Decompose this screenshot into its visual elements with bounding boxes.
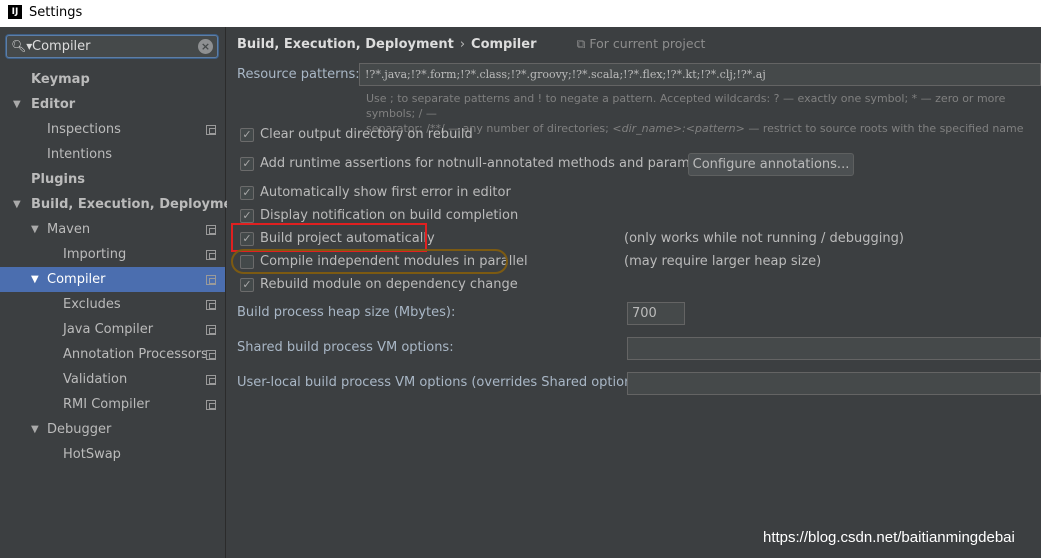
resource-patterns-label: Resource patterns: — [237, 67, 360, 82]
checkbox-mark[interactable]: ✓ — [240, 128, 254, 142]
display-notification-label: Display notification on build completion — [260, 208, 519, 223]
runtime-assertions-label: Add runtime assertions for notnull-annot… — [260, 156, 724, 171]
scope-label: ⧉ For current project — [577, 36, 706, 51]
sidebar-item-rmi-compiler[interactable]: RMI Compiler — [0, 392, 225, 417]
sidebar-item-label: Intentions — [47, 147, 113, 162]
search-icon[interactable]: 🔍︎▾ — [11, 39, 32, 53]
highlight-red-box — [231, 223, 427, 252]
sidebar-item-validation[interactable]: Validation — [0, 367, 225, 392]
project-scope-icon — [206, 325, 216, 335]
sidebar-item-editor[interactable]: ▼ Editor — [0, 92, 225, 117]
heap-size-input[interactable]: 700 — [627, 302, 685, 325]
title-bar: IJ Settings — [0, 0, 1041, 27]
user-vm-label: User-local build process VM options (ove… — [237, 375, 649, 390]
sidebar-item-annotation-processors[interactable]: Annotation Processors — [0, 342, 225, 367]
sidebar-item-label: Validation — [63, 372, 128, 387]
sidebar-item-label: Java Compiler — [63, 322, 154, 337]
sidebar-item-label: Compiler — [47, 272, 106, 287]
shared-vm-input[interactable] — [627, 337, 1041, 360]
project-scope-icon — [206, 275, 216, 285]
project-scope-icon — [206, 350, 216, 360]
build-automatically-note: (only works while not running / debuggin… — [624, 231, 904, 246]
project-scope-icon — [206, 400, 216, 410]
rebuild-module-label: Rebuild module on dependency change — [260, 277, 518, 292]
expand-arrow-icon[interactable]: ▼ — [13, 192, 21, 217]
sidebar-item-java-compiler[interactable]: Java Compiler — [0, 317, 225, 342]
sidebar-item-label: RMI Compiler — [63, 397, 150, 412]
sidebar-item-maven[interactable]: ▼ Maven — [0, 217, 225, 242]
sidebar-item-keymap[interactable]: Keymap — [0, 67, 225, 92]
hint-line-1: Use ; to separate patterns and ! to nega… — [366, 92, 1006, 120]
checkbox-mark[interactable]: ✓ — [240, 186, 254, 200]
sidebar: 🔍︎▾ × Keymap ▼ Editor Inspections Intentions… — [0, 27, 248, 558]
project-scope-icon — [206, 125, 216, 135]
sidebar-item-compiler[interactable]: ▼ Compiler — [0, 267, 225, 292]
sidebar-item-label: Build, Execution, Deployment — [31, 197, 248, 212]
sidebar-item-label: Editor — [31, 97, 76, 112]
breadcrumb-page: Compiler — [471, 37, 537, 52]
search-input[interactable] — [32, 38, 192, 55]
project-scope-icon: ⧉ — [576, 36, 590, 51]
sidebar-item-label: Importing — [63, 247, 127, 262]
show-first-error-label: Automatically show first error in editor — [260, 185, 511, 200]
compile-parallel-note: (may require larger heap size) — [624, 254, 822, 269]
hint-line-2-b: <dir_name>:<pattern> — [612, 122, 745, 135]
resource-patterns-input[interactable]: !?*.java;!?*.form;!?*.class;!?*.groovy;!… — [359, 63, 1041, 86]
configure-annotations-button[interactable]: Configure annotations... — [688, 153, 854, 176]
sidebar-item-intentions[interactable]: Intentions — [0, 142, 225, 167]
search-box[interactable]: 🔍︎▾ × — [6, 35, 218, 58]
main-panel: Build, Execution, Deployment › Compiler ⧉ F… — [227, 27, 1041, 558]
sidebar-item-build-execution-deployment[interactable]: ▼ Build, Execution, Deployment — [0, 192, 248, 217]
sidebar-item-label: HotSwap — [63, 447, 121, 462]
sidebar-item-debugger[interactable]: ▼ Debugger — [0, 417, 225, 442]
breadcrumb-section[interactable]: Build, Execution, Deployment — [237, 37, 454, 52]
sidebar-item-label: Excludes — [63, 297, 121, 312]
breadcrumb-separator: › — [459, 37, 466, 52]
expand-arrow-icon[interactable]: ▼ — [31, 267, 39, 292]
shared-vm-label: Shared build process VM options: — [237, 340, 454, 355]
scope-text: For current project — [589, 36, 706, 51]
sidebar-item-inspections[interactable]: Inspections — [0, 117, 225, 142]
sidebar-item-label: Plugins — [31, 172, 85, 187]
project-scope-icon — [206, 225, 216, 235]
intellij-app-icon: IJ — [8, 5, 22, 19]
sidebar-item-importing[interactable]: Importing — [0, 242, 225, 267]
checkbox-mark[interactable]: ✓ — [240, 157, 254, 171]
sidebar-item-excludes[interactable]: Excludes — [0, 292, 225, 317]
heap-size-label: Build process heap size (Mbytes): — [237, 305, 456, 320]
checkbox-mark[interactable]: ✓ — [240, 278, 254, 292]
sidebar-item-label: Maven — [47, 222, 91, 237]
expand-arrow-icon[interactable]: ▼ — [31, 417, 39, 442]
sidebar-item-label: Keymap — [31, 72, 90, 87]
clear-output-label: Clear output directory on rebuild — [260, 127, 473, 142]
sidebar-item-label: Annotation Processors — [63, 347, 208, 362]
project-scope-icon — [206, 250, 216, 260]
project-scope-icon — [206, 300, 216, 310]
sidebar-item-hotswap[interactable]: HotSwap — [0, 442, 225, 467]
breadcrumb: Build, Execution, Deployment › Compiler ⧉ F… — [237, 36, 705, 52]
expand-arrow-icon[interactable]: ▼ — [13, 92, 21, 117]
checkbox-mark[interactable]: ✓ — [240, 209, 254, 223]
watermark: https://blog.csdn.net/baitianmingdebai — [763, 529, 1015, 546]
sidebar-item-label: Inspections — [47, 122, 121, 137]
clear-search-icon[interactable]: × — [198, 39, 213, 54]
sidebar-item-plugins[interactable]: Plugins — [0, 167, 225, 192]
highlight-gold-box — [231, 249, 508, 274]
window-title: Settings — [29, 5, 83, 20]
user-vm-input[interactable] — [627, 372, 1041, 395]
hint-line-2-c: — restrict to source roots with the spec… — [744, 122, 1024, 135]
expand-arrow-icon[interactable]: ▼ — [31, 217, 39, 242]
settings-tree: Keymap ▼ Editor Inspections Intentions Plugin… — [0, 67, 248, 467]
project-scope-icon — [206, 375, 216, 385]
sidebar-item-label: Debugger — [47, 422, 112, 437]
